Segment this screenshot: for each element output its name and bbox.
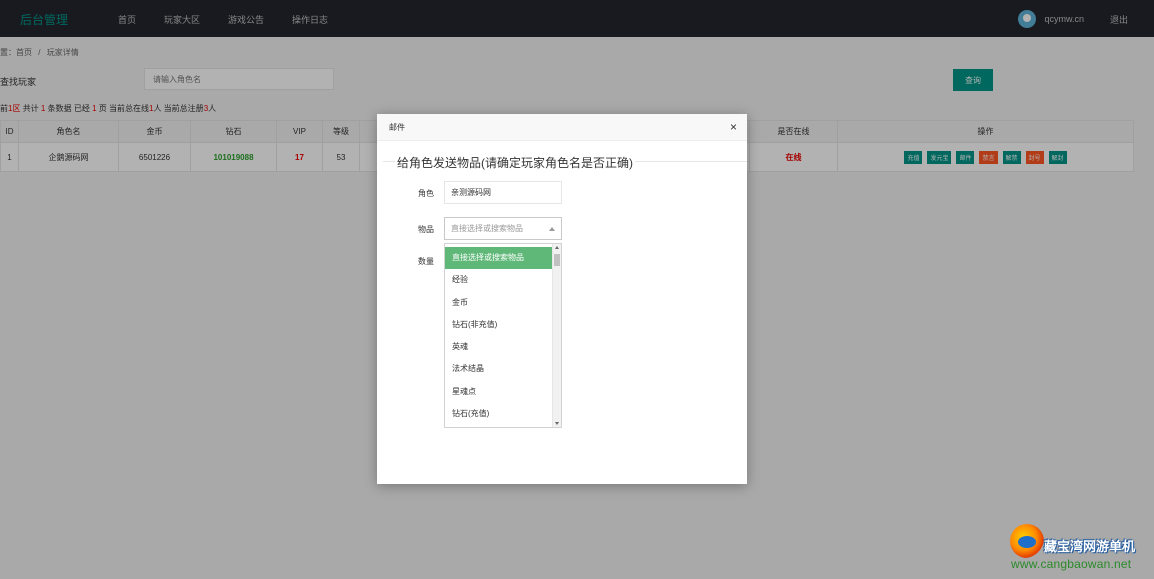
dropdown-option[interactable]: 金币: [445, 292, 552, 314]
dropdown-scrollbar[interactable]: [552, 244, 561, 427]
role-input[interactable]: [444, 181, 562, 204]
close-icon[interactable]: ×: [730, 120, 737, 134]
watermark-title: 藏宝湾网游单机: [1044, 539, 1136, 554]
watermark-logo-icon: [1010, 524, 1044, 558]
item-options: 直接选择或搜索物品 经验 金币 钻石(非充值) 英魂 法术结晶 星魂点 钻石(充值): [445, 247, 552, 425]
item-dropdown: 直接选择或搜索物品 经验 金币 钻石(非充值) 英魂 法术结晶 星魂点 钻石(充值): [444, 243, 562, 428]
scroll-down-icon[interactable]: [555, 422, 559, 425]
dropdown-option[interactable]: 直接选择或搜索物品: [445, 247, 552, 270]
mail-dialog: 邮件 × 给角色发送物品(请确定玩家角色名是否正确) 角色 物品 直接选择或搜索…: [377, 114, 747, 484]
dialog-header: 邮件 ×: [377, 114, 747, 141]
watermark-url: www.cangbaowan.net: [1011, 557, 1132, 571]
quantity-label: 数量: [418, 257, 434, 266]
dropdown-option[interactable]: 经验: [445, 269, 552, 291]
item-label: 物品: [418, 225, 434, 234]
watermark: 藏宝湾网游单机 www.cangbaowan.net: [1008, 520, 1154, 579]
role-label: 角色: [418, 189, 434, 198]
dropdown-option[interactable]: 钻石(非充值): [445, 314, 552, 336]
dropdown-option[interactable]: 英魂: [445, 336, 552, 358]
scroll-up-icon[interactable]: [555, 246, 559, 249]
dropdown-option[interactable]: 星魂点: [445, 381, 552, 403]
item-select-placeholder: 直接选择或搜索物品: [451, 224, 523, 233]
dialog-title: 邮件: [389, 123, 405, 132]
caret-up-icon: [549, 227, 555, 231]
scroll-thumb[interactable]: [554, 254, 560, 266]
item-select[interactable]: 直接选择或搜索物品: [444, 217, 562, 240]
fieldset-legend: 给角色发送物品(请确定玩家角色名是否正确): [395, 154, 635, 171]
dropdown-option[interactable]: 法术结晶: [445, 358, 552, 380]
dropdown-option[interactable]: 钻石(充值): [445, 403, 552, 425]
